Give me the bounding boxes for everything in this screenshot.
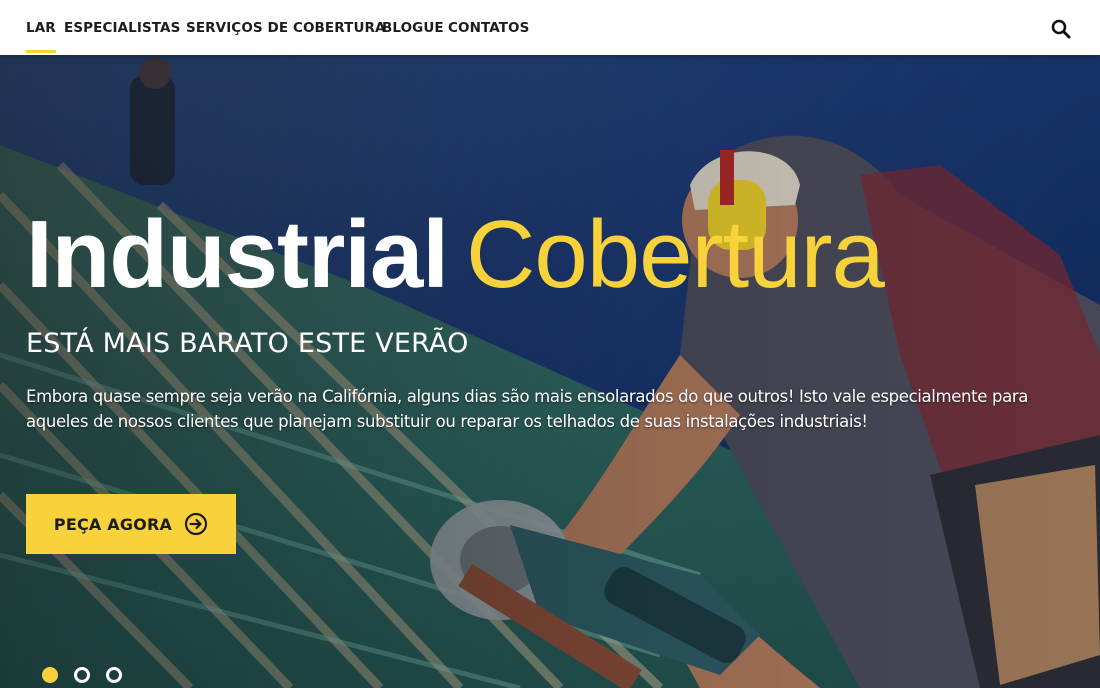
- search-icon[interactable]: [1051, 19, 1071, 39]
- nav-item-especialistas[interactable]: ESPECIALISTAS: [64, 20, 180, 36]
- order-now-button[interactable]: PEÇA AGORA: [26, 494, 236, 554]
- page: LAR ESPECIALISTAS SERVIÇOS DE COBERTURA …: [0, 0, 1100, 688]
- slider-dot-1[interactable]: [42, 667, 58, 683]
- nav-item-contatos[interactable]: CONTATOS: [448, 20, 529, 36]
- arrow-circle-right-icon: [184, 512, 208, 536]
- slider-dot-3[interactable]: [106, 667, 122, 683]
- slider-pagination: [42, 667, 122, 683]
- order-now-label: PEÇA AGORA: [53, 514, 173, 534]
- hero-description: Embora quase sempre seja verão na Califó…: [26, 387, 1029, 431]
- nav-item-blogue[interactable]: BLOGUE: [382, 20, 444, 36]
- nav-item-servicos-de-cobertura[interactable]: SERVIÇOS DE COBERTURA: [186, 20, 386, 36]
- hero-title: Industrial Cobertura: [26, 207, 885, 303]
- hero-background-image: [0, 55, 1100, 688]
- hero-section: Industrial Cobertura ESTÁ MAIS BARATO EST…: [0, 55, 1100, 688]
- main-navbar: LAR ESPECIALISTAS SERVIÇOS DE COBERTURA …: [0, 0, 1100, 55]
- nav-item-lar[interactable]: LAR: [26, 20, 56, 53]
- hero-title-word-1: Industrial: [26, 201, 449, 308]
- slider-dot-2[interactable]: [74, 667, 90, 683]
- hero-title-word-2: Cobertura: [466, 201, 885, 308]
- hero-subtitle: ESTÁ MAIS BARATO ESTE VERÃO: [26, 328, 469, 359]
